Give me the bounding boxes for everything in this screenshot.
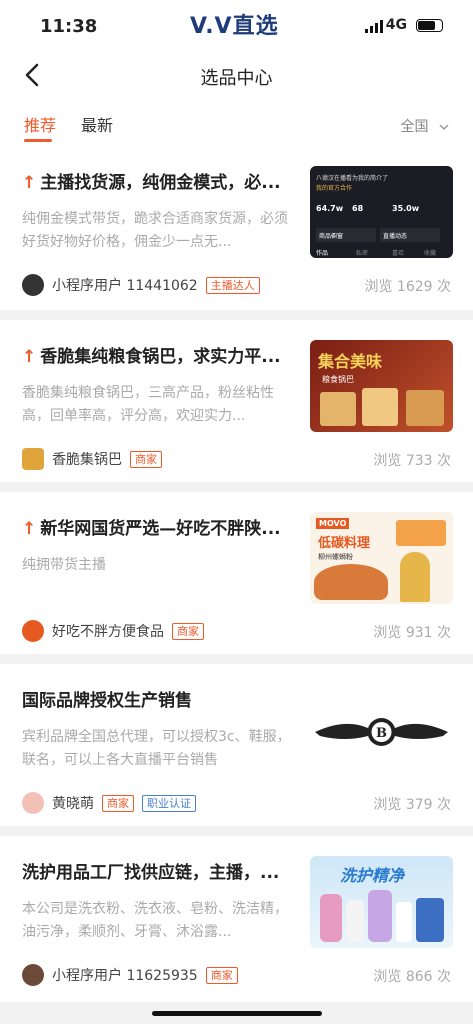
- role-badge: 商家: [130, 450, 162, 468]
- item-user[interactable]: 香脆集锅巴 商家: [22, 448, 162, 470]
- avatar: [22, 274, 44, 296]
- item-title: ↑ 香脆集纯粮食锅巴，求实力平...: [22, 347, 281, 367]
- avatar: [22, 792, 44, 814]
- tab-indicator: [24, 139, 52, 142]
- list-item[interactable]: ↑ 香脆集纯粮食锅巴，求实力平... 香脆集纯粮食锅巴，三高产品，粉丝粘性高，回单…: [0, 320, 473, 482]
- region-dropdown[interactable]: 全国: [401, 116, 449, 136]
- view-count: 浏览 379 次: [373, 797, 451, 813]
- item-desc: 宾利品牌全国总代理，可以授权3c、鞋服，联名，可以上各大直播平台销售: [22, 729, 291, 768]
- avatar: [22, 448, 44, 470]
- svg-text:B: B: [376, 726, 387, 741]
- tab-bar: 推荐 最新 全国: [0, 102, 473, 146]
- list-item[interactable]: ↑ 主播找货源，纯佣金模式，必... 纯佣金模式带货，跪求合适商家货源，必须好货好…: [0, 146, 473, 310]
- user-name: 小程序用户 11625935: [52, 968, 198, 984]
- user-name: 好吃不胖方便食品: [52, 624, 164, 640]
- status-bar: 11:38 V.V直选 4G: [0, 0, 473, 50]
- pin-icon: ↑: [22, 519, 37, 539]
- role-badge: 商家: [172, 622, 204, 640]
- page-title: 选品中心: [200, 68, 273, 89]
- winged-b-logo-icon: B: [315, 718, 448, 746]
- item-desc: 香脆集纯粮食锅巴，三高产品，粉丝粘性高，回单率高，评分高，欢迎实力...: [22, 385, 274, 424]
- tab-recommend[interactable]: 推荐: [24, 112, 56, 136]
- view-count: 浏览 1629 次: [364, 279, 451, 295]
- chevron-down-icon: [439, 124, 449, 130]
- avatar: [22, 964, 44, 986]
- item-user[interactable]: 黄晓萌 商家 职业认证: [22, 792, 196, 814]
- brand-logo: V.V直选: [190, 14, 279, 39]
- user-name: 小程序用户 11441062: [52, 278, 198, 294]
- role-badge: 商家: [205, 966, 238, 984]
- battery-icon: [416, 19, 443, 32]
- tab-latest[interactable]: 最新: [81, 112, 113, 136]
- role-badge: 商家: [102, 794, 134, 812]
- item-user[interactable]: 小程序用户 11625935 商家: [22, 964, 238, 986]
- view-count: 浏览 931 次: [373, 625, 451, 641]
- pin-icon: ↑: [22, 347, 37, 367]
- view-count: 浏览 866 次: [373, 969, 451, 985]
- list-item[interactable]: 洗护用品工厂找供应链，主播，... 本公司是洗衣粉、洗衣液、皂粉、洗洁精，油污净…: [0, 836, 473, 1002]
- region-label: 全国: [400, 119, 429, 135]
- item-title: 洗护用品工厂找供应链，主播，...: [22, 863, 280, 883]
- item-thumbnail: 八德汉在播看为我的简介了 我的官方合作 64.7w 68 35.0w 商品橱窗 …: [310, 166, 453, 258]
- item-title: ↑ 主播找货源，纯佣金模式，必...: [22, 173, 281, 193]
- user-name: 香脆集锅巴: [52, 452, 122, 468]
- item-title: ↑ 新华网国货严选—好吃不胖陕...: [22, 519, 281, 539]
- item-user[interactable]: 小程序用户 11441062 主播达人: [22, 274, 260, 296]
- nav-bar: 选品中心: [0, 50, 473, 102]
- role-badge: 主播达人: [205, 276, 260, 294]
- item-desc: 纯拥带货主播: [22, 557, 106, 573]
- avatar: [22, 620, 44, 642]
- signal-icon: [365, 20, 383, 33]
- list-item[interactable]: 国际品牌授权生产销售 宾利品牌全国总代理，可以授权3c、鞋服，联名，可以上各大直…: [0, 664, 473, 826]
- item-thumbnail: 洗护精净: [310, 856, 453, 948]
- list-item[interactable]: ↑ 新华网国货严选—好吃不胖陕... 纯拥带货主播 MOVO 低碳料理 柳州螺蛳粉…: [0, 492, 473, 654]
- view-count: 浏览 733 次: [373, 453, 451, 469]
- status-time: 11:38: [40, 16, 98, 37]
- verified-badge: 职业认证: [142, 794, 196, 812]
- item-thumbnail: B: [310, 684, 453, 776]
- item-user[interactable]: 好吃不胖方便食品 商家: [22, 620, 204, 642]
- pin-icon: ↑: [22, 173, 37, 193]
- network-label: 4G: [385, 17, 407, 33]
- item-desc: 纯佣金模式带货，跪求合适商家货源，必须好货好物好价格，佣金少一点无...: [22, 211, 288, 250]
- item-thumbnail: MOVO 低碳料理 柳州螺蛳粉: [310, 512, 453, 604]
- item-desc: 本公司是洗衣粉、洗衣液、皂粉、洗洁精，油污净，柔顺剂、牙膏、沐浴露...: [22, 901, 288, 940]
- user-name: 黄晓萌: [52, 796, 94, 812]
- item-title: 国际品牌授权生产销售: [22, 691, 192, 711]
- item-thumbnail: 集合美味 粮食锅巴: [310, 340, 453, 432]
- home-indicator: [152, 1011, 322, 1016]
